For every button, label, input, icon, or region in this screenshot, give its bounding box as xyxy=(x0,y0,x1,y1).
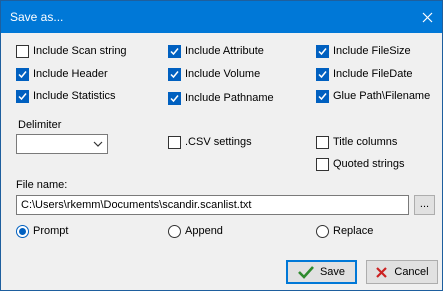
include-pathname-checkbox[interactable]: Include Pathname xyxy=(168,91,274,105)
title-columns-checkbox[interactable]: Title columns xyxy=(316,135,397,149)
checkbox-label: Include Pathname xyxy=(185,92,274,104)
check-icon xyxy=(170,47,179,55)
include-filesize-checkbox[interactable]: Include FileSize xyxy=(316,44,411,58)
save-as-dialog: Save as... Include Scan string Include H… xyxy=(0,0,443,291)
check-icon xyxy=(170,70,179,78)
radio-circle xyxy=(16,224,29,238)
delimiter-label: Delimiter xyxy=(18,119,62,131)
radio-append[interactable]: Append xyxy=(168,224,223,238)
browse-button[interactable]: ... xyxy=(414,195,435,215)
quoted-strings-checkbox[interactable]: Quoted strings xyxy=(316,157,405,171)
csv-settings-checkbox[interactable]: .CSV settings xyxy=(168,135,252,149)
checkbox-box xyxy=(168,67,181,81)
close-icon xyxy=(422,12,432,22)
save-label: Save xyxy=(319,266,346,278)
checkbox-box xyxy=(168,91,181,105)
checkbox-box xyxy=(316,135,329,149)
checkbox-label: Include Scan string xyxy=(33,45,127,57)
checkbox-label: Glue Path\Filename xyxy=(333,90,431,102)
radio-label: Replace xyxy=(333,225,374,237)
checkbox-box xyxy=(316,89,329,103)
include-attribute-checkbox[interactable]: Include Attribute xyxy=(168,44,264,58)
checkbox-box xyxy=(316,67,329,81)
include-filedate-checkbox[interactable]: Include FileDate xyxy=(316,67,413,81)
checkbox-box xyxy=(168,44,181,58)
save-button[interactable]: Save xyxy=(286,260,357,284)
checkbox-box xyxy=(316,44,329,58)
filename-label: File name: xyxy=(16,179,68,191)
delimiter-select[interactable] xyxy=(16,134,108,154)
checkbox-box xyxy=(16,89,29,103)
checkmark-icon xyxy=(298,265,314,279)
glue-path-filename-checkbox[interactable]: Glue Path\Filename xyxy=(316,89,430,103)
check-icon xyxy=(318,70,327,78)
check-icon xyxy=(318,47,327,55)
window-title: Save as... xyxy=(10,10,64,24)
filename-input[interactable]: C:\Users\rkemm\Documents\scandir.scanlis… xyxy=(16,195,409,215)
checkbox-box xyxy=(16,67,29,81)
check-icon xyxy=(170,94,179,102)
cancel-button[interactable]: Cancel xyxy=(366,260,438,284)
checkbox-label: Include FileDate xyxy=(333,68,413,80)
checkbox-label: Include Statistics xyxy=(33,90,116,102)
checkbox-label: .CSV settings xyxy=(185,136,252,148)
radio-label: Prompt xyxy=(33,225,69,237)
cancel-x-icon xyxy=(375,266,388,279)
radio-circle xyxy=(316,224,329,238)
radio-prompt[interactable]: Prompt xyxy=(16,224,68,238)
checkbox-label: Include Attribute xyxy=(185,45,264,57)
checkbox-box xyxy=(16,44,29,58)
checkbox-label: Include FileSize xyxy=(333,45,411,57)
close-button[interactable] xyxy=(412,1,442,33)
checkbox-box xyxy=(168,135,181,149)
check-icon xyxy=(18,92,27,100)
cancel-label: Cancel xyxy=(394,266,429,278)
radio-label: Append xyxy=(185,225,223,237)
include-header-checkbox[interactable]: Include Header xyxy=(16,67,108,81)
check-icon xyxy=(318,92,327,100)
radio-circle xyxy=(168,224,181,238)
checkbox-label: Include Header xyxy=(33,68,108,80)
radio-replace[interactable]: Replace xyxy=(316,224,373,238)
include-volume-checkbox[interactable]: Include Volume xyxy=(168,67,260,81)
title-bar: Save as... xyxy=(1,1,442,33)
checkbox-label: Include Volume xyxy=(185,68,261,80)
check-icon xyxy=(18,70,27,78)
checkbox-label: Quoted strings xyxy=(333,158,405,170)
chevron-down-icon xyxy=(93,141,103,147)
include-statistics-checkbox[interactable]: Include Statistics xyxy=(16,89,116,103)
checkbox-label: Title columns xyxy=(333,136,398,148)
include-scan-string-checkbox[interactable]: Include Scan string xyxy=(16,44,127,58)
checkbox-box xyxy=(316,157,329,171)
